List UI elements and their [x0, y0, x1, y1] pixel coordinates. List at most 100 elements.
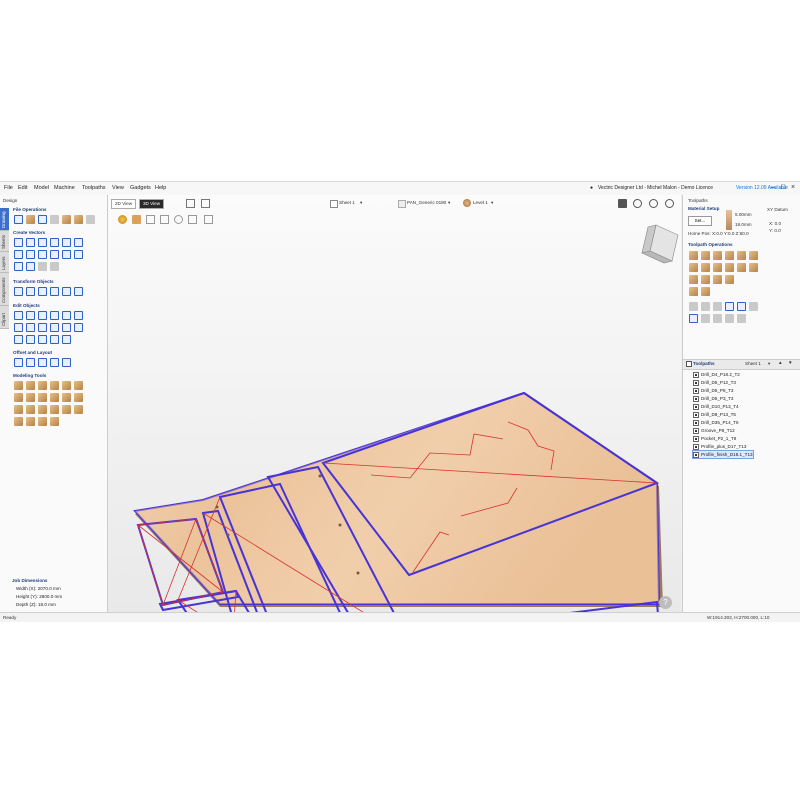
scale-icon[interactable]: [38, 287, 47, 296]
fillet-edit-icon[interactable]: [62, 323, 71, 332]
tab-layers[interactable]: Layers: [0, 252, 9, 273]
delete-toolpath-icon[interactable]: [749, 302, 758, 311]
nesting-icon[interactable]: [50, 358, 59, 367]
moulding-toolpath-icon[interactable]: [701, 263, 710, 272]
prism-toolpath-icon[interactable]: [689, 263, 698, 272]
sheet-dropdown-icon[interactable]: ▾: [768, 361, 770, 367]
job-sheet-icon[interactable]: [713, 314, 722, 323]
save-model-icon[interactable]: [74, 405, 83, 414]
inlay-toolpath-icon[interactable]: [713, 263, 722, 272]
trim-icon[interactable]: [74, 311, 83, 320]
mirror-icon[interactable]: [62, 287, 71, 296]
sculpt-icon[interactable]: [50, 381, 59, 390]
distort-icon[interactable]: [74, 287, 83, 296]
offset-vector-icon[interactable]: [14, 358, 23, 367]
thread-mill-icon[interactable]: [737, 263, 746, 272]
curve-icon[interactable]: [26, 250, 35, 259]
move-up-icon[interactable]: ▲: [778, 360, 783, 365]
menu-file[interactable]: File: [4, 185, 13, 191]
toolpath-checkbox[interactable]: [693, 451, 699, 458]
shape-from-image-icon[interactable]: [38, 417, 47, 426]
close-button[interactable]: ×: [791, 184, 795, 191]
create-vector-boundary-icon[interactable]: [26, 405, 35, 414]
menu-gadgets[interactable]: Gadgets: [130, 185, 151, 191]
join-icon[interactable]: [14, 323, 23, 332]
circular-copy-icon[interactable]: [38, 358, 47, 367]
mirror-model-icon[interactable]: [14, 405, 23, 414]
reset-model-icon[interactable]: [62, 405, 71, 414]
toolpath-checkbox[interactable]: [693, 419, 699, 426]
reset-preview-icon[interactable]: [725, 314, 734, 323]
toolpath-properties-icon[interactable]: [737, 314, 746, 323]
extend-icon[interactable]: [74, 323, 83, 332]
smooth-model-icon[interactable]: [62, 381, 71, 390]
roughing-toolpath-icon[interactable]: [689, 275, 698, 284]
arc-icon[interactable]: [74, 238, 83, 247]
menu-model[interactable]: Model: [34, 185, 49, 191]
fade-icon[interactable]: [74, 381, 83, 390]
toolpath-checkbox[interactable]: [693, 379, 699, 386]
intersect-icon[interactable]: [62, 311, 71, 320]
toolpath-item[interactable]: Drill_D5_P3_T3: [693, 395, 733, 402]
import-icon[interactable]: [50, 215, 59, 224]
toolpath-checkbox[interactable]: [693, 427, 699, 434]
chamfer-toolpath-icon[interactable]: [749, 263, 758, 272]
open-file-icon[interactable]: [26, 215, 35, 224]
project-toolpath-icon[interactable]: [713, 275, 722, 284]
maximize-button[interactable]: □: [781, 184, 785, 191]
toolpath-checkbox[interactable]: [693, 371, 699, 378]
toolpath-checkbox[interactable]: [693, 387, 699, 394]
quick-engrave-icon[interactable]: [689, 287, 698, 296]
menu-machine[interactable]: Machine: [54, 185, 75, 191]
offset-icon[interactable]: [38, 323, 47, 332]
toolpath-item[interactable]: Drill_D10_P13_T4: [693, 403, 739, 410]
arc-spline-icon[interactable]: [74, 250, 83, 259]
weld-icon[interactable]: [38, 311, 47, 320]
interlocking-icon[interactable]: [62, 335, 71, 344]
close-vector-icon[interactable]: [26, 323, 35, 332]
vcarve-toolpath-icon[interactable]: [725, 251, 734, 260]
drilling-toolpath-icon[interactable]: [713, 251, 722, 260]
move-icon[interactable]: [14, 287, 23, 296]
tab-clipart[interactable]: Clipart: [0, 306, 9, 329]
toolpath-item[interactable]: Drill_D5_P12_T3: [693, 379, 736, 386]
fluting-toolpath-icon[interactable]: [749, 251, 758, 260]
menu-toolpaths[interactable]: Toolpaths: [82, 185, 106, 191]
view-cube-icon[interactable]: [641, 224, 679, 264]
dogbone-icon[interactable]: [38, 335, 47, 344]
toolpath-checkbox[interactable]: [693, 435, 699, 442]
tab-components[interactable]: Components: [0, 273, 9, 306]
model-zero-icon[interactable]: [38, 405, 47, 414]
array-copy-icon[interactable]: [26, 358, 35, 367]
menu-edit[interactable]: Edit: [18, 185, 27, 191]
job-setup-icon[interactable]: [86, 215, 95, 224]
step-repeat-icon[interactable]: [62, 358, 71, 367]
stamp-icon[interactable]: [50, 405, 59, 414]
extrude-icon[interactable]: [26, 381, 35, 390]
texture-icon[interactable]: [14, 393, 23, 402]
menu-view[interactable]: View: [112, 185, 124, 191]
text-icon[interactable]: [14, 262, 23, 271]
tilt-icon[interactable]: [26, 393, 35, 402]
rotate-icon[interactable]: [50, 287, 59, 296]
toolpath-checkbox[interactable]: [693, 411, 699, 418]
texture-toolpath-icon[interactable]: [725, 263, 734, 272]
preview-selected-icon[interactable]: [737, 302, 746, 311]
tool-database-icon[interactable]: [701, 314, 710, 323]
new-file-icon[interactable]: [14, 215, 23, 224]
toolpath-item[interactable]: Profile_plus_D17_T13: [693, 443, 746, 450]
toolpath-checkbox[interactable]: [693, 443, 699, 450]
subtract-icon[interactable]: [50, 311, 59, 320]
spiral-icon[interactable]: [38, 250, 47, 259]
pocket-toolpath-icon[interactable]: [701, 251, 710, 260]
export-model-icon[interactable]: [26, 417, 35, 426]
import-model-icon[interactable]: [14, 417, 23, 426]
toolpath-checkbox[interactable]: [693, 395, 699, 402]
toolpath-item[interactable]: Drill_D4_P18.2_T2: [693, 371, 740, 378]
ungroup-icon[interactable]: [26, 311, 35, 320]
group-icon[interactable]: [14, 311, 23, 320]
rectangle-icon[interactable]: [38, 238, 47, 247]
star-icon[interactable]: [62, 238, 71, 247]
relief-icon[interactable]: [50, 417, 59, 426]
move-down-icon[interactable]: ▼: [788, 360, 793, 365]
